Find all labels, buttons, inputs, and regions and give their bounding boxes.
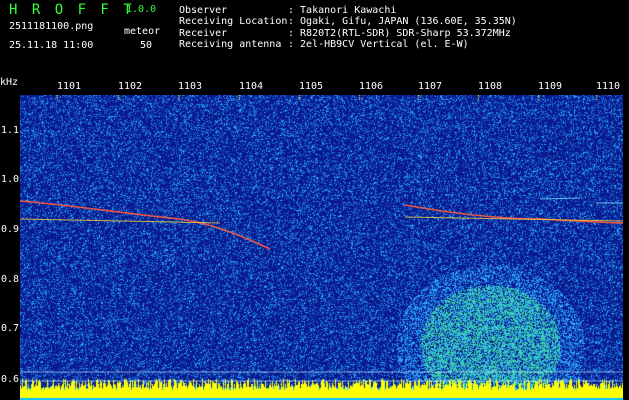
y-tick-label: 0.7	[1, 323, 20, 334]
app-name: H R O F F T	[9, 2, 135, 18]
station-value-location: : Ogaki, Gifu, JAPAN (136.60E, 35.35N)	[288, 16, 517, 27]
spectrogram-canvas	[20, 95, 623, 400]
file-datetime: 25.11.18 11:00	[9, 40, 94, 51]
detection-label: meteor	[124, 26, 161, 37]
spectrogram-overlay	[20, 197, 623, 382]
x-tick-label: 1109	[538, 81, 563, 92]
y-tick-label: 0.9	[1, 224, 20, 235]
x-tick-label: 1108	[478, 81, 503, 92]
y-tick-label: 1.1	[1, 125, 20, 136]
detection-count: 50	[140, 40, 153, 51]
station-value-antenna: : 2el-HB9CV Vertical (el. E-W)	[288, 39, 469, 50]
station-label-antenna: Receiving antenna	[179, 39, 282, 50]
x-tick-label: 1110	[596, 81, 621, 92]
station-value-receiver: : R820T2(RTL-SDR) SDR-Sharp 53.372MHz	[288, 28, 511, 39]
y-axis: 1.1 1.0 0.9 0.8 0.7 0.6	[0, 78, 20, 400]
station-label-observer: Observer	[179, 5, 228, 16]
header-panel: H R O F F T 1.0.0 2511181100.png meteor …	[0, 0, 629, 76]
x-tick-label: 1101	[57, 81, 82, 92]
meteor-trace	[20, 200, 271, 250]
station-label-receiver: Receiver	[179, 28, 228, 39]
x-tick-label: 1105	[299, 81, 324, 92]
y-tick-label: 1.0	[1, 174, 20, 185]
y-tick-label: 0.6	[1, 374, 20, 385]
file-name: 2511181100.png	[9, 21, 94, 32]
station-value-observer: : Takanori Kawachi	[288, 5, 397, 16]
x-tick-label: 1102	[118, 81, 143, 92]
x-tick-label: 1106	[359, 81, 384, 92]
meteor-trace	[539, 197, 581, 200]
y-tick-label: 0.8	[1, 274, 20, 285]
x-tick-label: 1103	[178, 81, 203, 92]
x-axis: kHz 1101 1102 1103 1104 1105 1106 1107 1…	[0, 78, 629, 96]
app-version: 1.0.0	[126, 4, 157, 15]
station-label-location: Receiving Location	[179, 16, 288, 27]
x-tick-label: 1104	[239, 81, 264, 92]
x-tick-label: 1107	[418, 81, 443, 92]
